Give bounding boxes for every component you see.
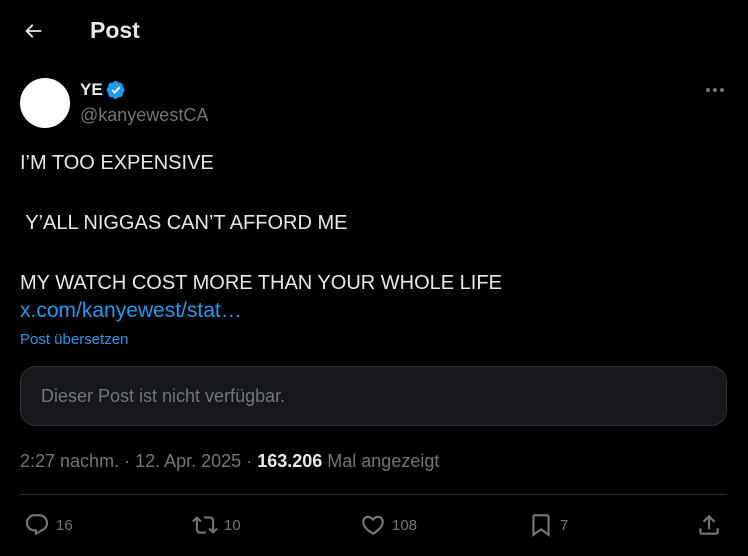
ellipsis-icon: [706, 88, 724, 92]
reply-count: 16: [56, 516, 73, 534]
unavailable-post-text: Dieser Post ist nicht verfügbar.: [41, 385, 286, 406]
like-count: 108: [392, 516, 418, 534]
separator-dot: ·: [124, 451, 136, 471]
post-date[interactable]: 12. Apr. 2025: [135, 451, 241, 471]
author-display-name[interactable]: YE: [80, 80, 103, 100]
translate-post-link[interactable]: Post übersetzen: [20, 331, 128, 348]
action-bar: 16 10 108 7: [0, 505, 748, 545]
post-text: I’M TOO EXPENSIVE Y’ALL NIGGAS CAN’T AFF…: [20, 148, 720, 298]
bookmark-count: 7: [560, 516, 569, 534]
repost-icon: [192, 516, 218, 534]
arrow-left-icon: [25, 24, 42, 38]
top-bar: Post: [0, 0, 748, 60]
verified-badge-icon[interactable]: [106, 80, 126, 100]
bookmark-button[interactable]: 7: [528, 505, 568, 545]
post-meta: 2:27 nachm. · 12. Apr. 2025 · 163.206 Ma…: [20, 450, 439, 472]
separator-dot: ·: [246, 451, 258, 471]
repost-count: 10: [224, 516, 241, 534]
like-button[interactable]: 108: [360, 505, 417, 545]
back-button[interactable]: [16, 14, 50, 48]
reply-button[interactable]: 16: [24, 505, 73, 545]
post-text-line: [20, 238, 720, 268]
divider: [20, 494, 727, 495]
reply-icon: [25, 514, 49, 536]
repost-button[interactable]: 10: [192, 505, 241, 545]
post-text-line: MY WATCH COST MORE THAN YOUR WHOLE LIFE: [20, 272, 502, 294]
view-count-label: Mal angezeigt: [327, 451, 440, 471]
author-name-row: YE: [80, 80, 126, 100]
page-title: Post: [90, 17, 140, 43]
post-text-line: [20, 178, 720, 208]
view-count: 163.206: [257, 451, 323, 471]
avatar[interactable]: [20, 78, 70, 128]
unavailable-quote-card: Dieser Post ist nicht verfügbar.: [20, 366, 727, 426]
post-text-line: Y’ALL NIGGAS CAN’T AFFORD ME: [20, 212, 348, 234]
share-icon: [699, 514, 719, 535]
post-time[interactable]: 2:27 nachm.: [20, 451, 119, 471]
post-text-line: I’M TOO EXPENSIVE: [20, 152, 214, 174]
post-link[interactable]: x.com/kanyewest/stat…: [20, 298, 242, 324]
author-handle[interactable]: @kanyewestCA: [80, 105, 208, 126]
heart-icon: [362, 515, 384, 535]
share-button[interactable]: [696, 505, 722, 545]
more-options-button[interactable]: [702, 80, 728, 100]
bookmark-icon: [532, 514, 550, 537]
